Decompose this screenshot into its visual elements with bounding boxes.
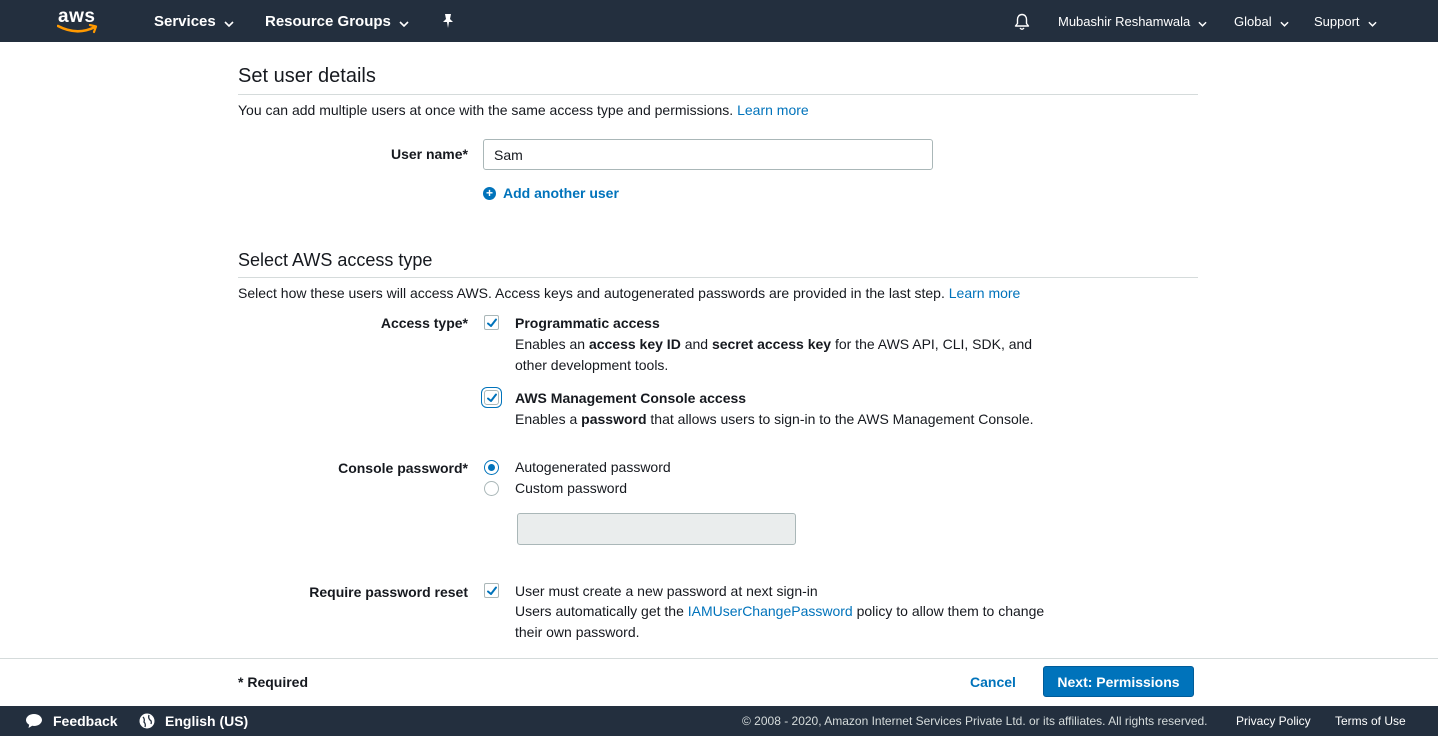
- pin-icon[interactable]: [441, 13, 455, 32]
- username-input[interactable]: [483, 139, 933, 170]
- language-label: English (US): [165, 713, 249, 729]
- desc-text: Enables an: [515, 336, 589, 352]
- learn-more-link[interactable]: Learn more: [949, 285, 1021, 301]
- desc-text: and: [680, 336, 712, 352]
- region-label: Global: [1234, 13, 1272, 29]
- support-menu[interactable]: Support: [1314, 0, 1377, 42]
- console-access-checkbox[interactable]: [484, 390, 499, 405]
- action-bar: [0, 658, 1438, 706]
- access-type-heading: Select AWS access type: [238, 250, 433, 270]
- console-password-label: Console password*: [338, 460, 468, 476]
- password-reset-checkbox-label: User must create a new password at next …: [515, 583, 818, 599]
- access-type-label: Access type*: [380, 315, 468, 331]
- cancel-button[interactable]: Cancel: [970, 674, 1016, 690]
- custom-password-label: Custom password: [515, 480, 628, 496]
- programmatic-access-description: Enables an access key ID and secret acce…: [515, 334, 1032, 376]
- desc-bold: secret access key: [711, 336, 832, 352]
- resource-groups-label: Resource Groups: [265, 12, 391, 30]
- required-note: * Required: [238, 674, 309, 690]
- language-selector[interactable]: English (US): [139, 706, 248, 736]
- add-another-user-button[interactable]: + Add another user: [483, 185, 619, 201]
- policy-link[interactable]: IAMUserChangePassword: [688, 603, 853, 619]
- services-menu[interactable]: Services: [154, 0, 234, 42]
- user-details-description-text: You can add multiple users at once with …: [238, 102, 734, 118]
- custom-password-input: [517, 513, 796, 545]
- desc-bold: access key ID: [588, 336, 681, 352]
- bell-icon[interactable]: [1014, 13, 1030, 34]
- globe-icon: [139, 713, 155, 729]
- password-reset-checkbox[interactable]: [484, 583, 499, 598]
- programmatic-access-title: Programmatic access: [515, 315, 660, 331]
- autogenerated-password-label: Autogenerated password: [515, 459, 671, 475]
- add-another-user-label: Add another user: [503, 185, 619, 201]
- divider: [238, 94, 1198, 95]
- plus-circle-icon: +: [483, 186, 496, 200]
- desc-text: for the AWS API, CLI, SDK, and: [831, 336, 1033, 352]
- desc-bold: password: [581, 411, 647, 427]
- console-access-title: AWS Management Console access: [515, 390, 747, 406]
- feedback-button[interactable]: Feedback: [25, 706, 118, 736]
- support-label: Support: [1314, 13, 1360, 29]
- username-label: User name*: [390, 146, 468, 162]
- user-details-heading: Set user details: [238, 65, 376, 87]
- desc-text: policy to allow them to change: [852, 603, 1045, 619]
- checkmark-icon: [487, 318, 497, 327]
- desc-text: that allows users to sign-in to the AWS …: [646, 411, 1034, 427]
- access-type-description-text: Select how these users will access AWS. …: [238, 285, 945, 301]
- resource-groups-menu[interactable]: Resource Groups: [265, 0, 409, 42]
- access-type-description: Select how these users will access AWS. …: [238, 285, 1020, 301]
- next-permissions-button[interactable]: Next: Permissions: [1043, 666, 1194, 697]
- custom-password-radio[interactable]: [484, 481, 499, 496]
- speech-bubble-icon: [26, 714, 42, 728]
- top-navigation-bar: aws Services Resource Groups Mubashir Re…: [0, 0, 1438, 42]
- password-reset-description: Users automatically get the IAMUserChang…: [515, 601, 1044, 643]
- user-details-description: You can add multiple users at once with …: [238, 102, 809, 118]
- checkmark-icon: [487, 586, 497, 595]
- copyright-text: © 2008 - 2020, Amazon Internet Services …: [742, 714, 1208, 728]
- services-label: Services: [154, 12, 216, 30]
- desc-text: Enables a: [515, 411, 582, 427]
- password-reset-label: Require password reset: [309, 584, 468, 600]
- desc-text: other development tools.: [515, 357, 669, 373]
- region-menu[interactable]: Global: [1234, 0, 1289, 42]
- desc-text: their own password.: [515, 624, 640, 640]
- desc-text: Users automatically get the: [515, 603, 688, 619]
- account-label: Mubashir Reshamwala: [1058, 13, 1191, 29]
- footer: Feedback English (US) © 2008 - 2020, Ama…: [0, 706, 1438, 736]
- privacy-policy-link[interactable]: Privacy Policy: [1236, 706, 1311, 736]
- divider: [238, 277, 1198, 278]
- autogenerated-password-radio[interactable]: [484, 460, 499, 475]
- account-menu[interactable]: Mubashir Reshamwala: [1058, 0, 1207, 42]
- feedback-label: Feedback: [53, 713, 118, 729]
- console-access-description: Enables a password that allows users to …: [515, 409, 1034, 430]
- terms-of-use-link[interactable]: Terms of Use: [1335, 706, 1406, 736]
- checkmark-icon: [487, 393, 497, 402]
- aws-logo-icon[interactable]: aws: [57, 7, 101, 35]
- programmatic-access-checkbox[interactable]: [484, 315, 499, 330]
- learn-more-link[interactable]: Learn more: [737, 102, 809, 118]
